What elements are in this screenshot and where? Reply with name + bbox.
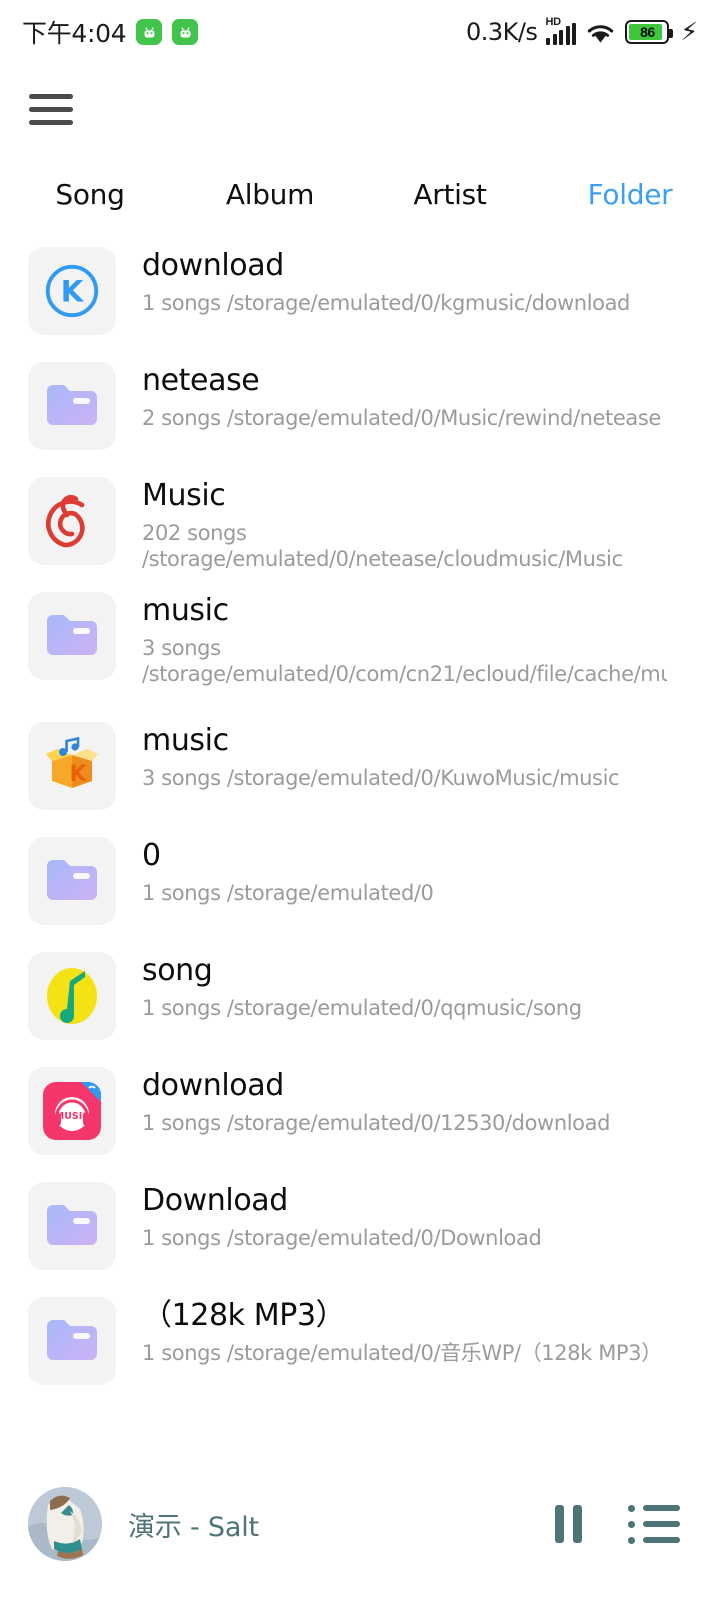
folder-meta: 202 songs /storage/emulated/0/netease/cl… <box>142 521 623 572</box>
list-item[interactable]: netease 2 songs /storage/emulated/0/Musi… <box>0 360 720 475</box>
android-robot-icon <box>172 19 199 45</box>
folder-meta: 1 songs /storage/emulated/0/qqmusic/song <box>142 996 582 1021</box>
wifi-icon <box>588 24 614 43</box>
list-item[interactable]: K music 3 songs /storage/emulated/0/Kuwo… <box>0 720 720 835</box>
status-bar-right: 0.3K/s HD 86 ⚡ <box>465 16 698 46</box>
folder-meta: 2 songs /storage/emulated/0/Music/rewind… <box>142 406 661 431</box>
signal-bars-icon: HD <box>545 16 577 45</box>
pause-bar <box>573 1505 582 1543</box>
network-speed-label: 0.3K/s <box>465 18 538 46</box>
queue-line <box>628 1536 680 1544</box>
kuwo-music-icon: K <box>28 722 116 810</box>
folder-name: music <box>142 723 229 758</box>
folder-meta: 1 songs /storage/emulated/0/12530/downlo… <box>142 1111 611 1136</box>
list-item-text: music 3 songs /storage/emulated/0/com/cn… <box>142 590 667 688</box>
music-app-screen: 下午4:04 0.3K/s HD 86 ⚡ Song Album Artist … <box>0 0 720 1600</box>
player-controls <box>555 1504 692 1544</box>
queue-line <box>628 1520 680 1528</box>
lightning-bolt-icon: ⚡ <box>680 17 698 46</box>
hd-label: HD <box>545 16 561 28</box>
tab-bar: Song Album Artist Folder <box>0 165 720 223</box>
list-item[interactable]: MUSIC download 1 songs /storage/emulated… <box>0 1065 720 1180</box>
folder-meta: 1 songs /storage/emulated/0/音乐WP/（128k M… <box>142 1341 662 1366</box>
folder-meta: 1 songs /storage/emulated/0 <box>142 881 434 906</box>
pause-bar <box>555 1505 564 1543</box>
folder-name: music <box>142 593 229 628</box>
hamburger-bar <box>29 106 73 112</box>
pause-icon[interactable] <box>555 1505 582 1543</box>
android-robot-icon <box>136 19 163 45</box>
folder-meta: 3 songs /storage/emulated/0/com/cn21/ecl… <box>142 636 667 687</box>
svg-text:K: K <box>61 275 85 309</box>
queue-line <box>628 1504 680 1512</box>
list-item-text: song 1 songs /storage/emulated/0/qqmusic… <box>142 950 582 1021</box>
kugou-music-icon: K <box>28 247 116 335</box>
list-item-text: download 1 songs /storage/emulated/0/125… <box>142 1065 610 1136</box>
folder-meta: 1 songs /storage/emulated/0/Download <box>142 1226 542 1251</box>
folder-name: download <box>142 248 284 283</box>
status-bar-left: 下午4:04 <box>22 14 199 50</box>
folder-name: netease <box>142 363 260 398</box>
tab-song[interactable]: Song <box>0 178 180 211</box>
list-item[interactable]: music 3 songs /storage/emulated/0/com/cn… <box>0 590 720 720</box>
signal-bars-glyph <box>546 23 577 45</box>
folder-name: download <box>142 1068 284 1103</box>
status-bar: 下午4:04 0.3K/s HD 86 ⚡ <box>0 0 720 64</box>
hamburger-bar <box>29 119 73 125</box>
hamburger-bar <box>29 93 73 99</box>
list-item-text: （128k MP3） 1 songs /storage/emulated/0/音… <box>142 1295 662 1366</box>
list-item[interactable]: song 1 songs /storage/emulated/0/qqmusic… <box>0 950 720 1065</box>
now-playing-label: 演示 - Salt <box>128 1511 259 1543</box>
list-item-text: 0 1 songs /storage/emulated/0 <box>142 835 434 906</box>
list-item-text: music 3 songs /storage/emulated/0/KuwoMu… <box>142 720 619 791</box>
folder-name: Music <box>142 478 226 513</box>
folder-name: （128k MP3） <box>142 1298 346 1333</box>
list-item[interactable]: （128k MP3） 1 songs /storage/emulated/0/音… <box>0 1295 720 1410</box>
qq-music-icon <box>28 952 116 1040</box>
battery-percent-label: 86 <box>640 24 655 40</box>
list-item[interactable]: 0 1 songs /storage/emulated/0 <box>0 835 720 950</box>
list-item[interactable]: K download 1 songs /storage/emulated/0/k… <box>0 245 720 360</box>
folder-meta: 1 songs /storage/emulated/0/kgmusic/down… <box>142 291 630 316</box>
folder-icon <box>28 592 116 680</box>
netease-cloudmusic-icon <box>28 477 116 565</box>
music-headphones-icon: MUSIC <box>28 1067 116 1155</box>
svg-text:K: K <box>69 762 87 787</box>
list-item[interactable]: Download 1 songs /storage/emulated/0/Dow… <box>0 1180 720 1295</box>
folder-list: K download 1 songs /storage/emulated/0/k… <box>0 245 720 1410</box>
svg-text:MUSIC: MUSIC <box>55 1111 90 1122</box>
hamburger-menu-icon[interactable] <box>29 88 77 130</box>
folder-name: Download <box>142 1183 288 1218</box>
album-art-thumbnail[interactable] <box>28 1487 102 1561</box>
list-item[interactable]: Music 202 songs /storage/emulated/0/nete… <box>0 475 720 590</box>
list-item-text: Download 1 songs /storage/emulated/0/Dow… <box>142 1180 541 1251</box>
folder-icon <box>28 1182 116 1270</box>
playlist-queue-icon[interactable] <box>628 1504 680 1544</box>
tab-folder[interactable]: Folder <box>540 178 720 211</box>
mini-player-bar: 演示 - Salt <box>0 1448 720 1600</box>
folder-name: song <box>142 953 213 988</box>
list-item-text: netease 2 songs /storage/emulated/0/Musi… <box>142 360 661 431</box>
list-item-text: Music 202 songs /storage/emulated/0/nete… <box>142 475 687 573</box>
folder-icon <box>28 1297 116 1385</box>
tab-artist[interactable]: Artist <box>360 178 540 211</box>
folder-icon <box>28 837 116 925</box>
tab-album[interactable]: Album <box>180 178 360 211</box>
folder-meta: 3 songs /storage/emulated/0/KuwoMusic/mu… <box>142 766 620 791</box>
folder-icon <box>28 362 116 450</box>
status-bar-clock: 下午4:04 <box>22 19 127 48</box>
list-item-text: download 1 songs /storage/emulated/0/kgm… <box>142 245 630 316</box>
battery-icon: 86 <box>625 20 674 44</box>
folder-name: 0 <box>142 838 161 873</box>
